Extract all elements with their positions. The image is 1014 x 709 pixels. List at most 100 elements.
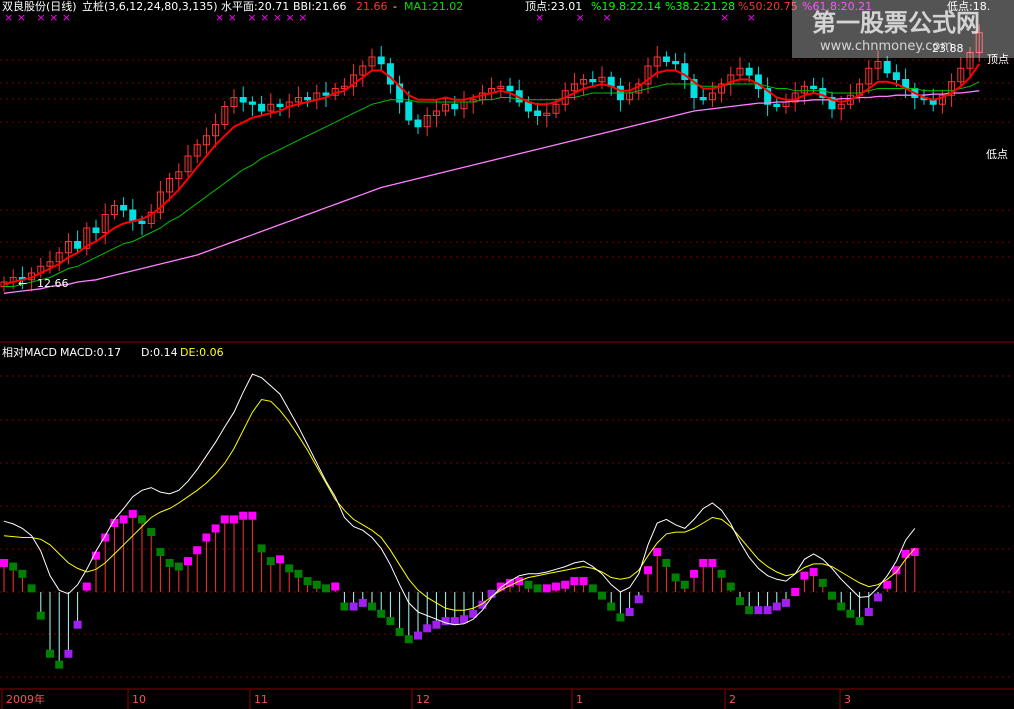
macd-signal-block xyxy=(46,649,54,658)
marker-cross: × × xyxy=(720,11,756,24)
macd-signal-block xyxy=(82,582,91,591)
macd-signal-block xyxy=(165,558,174,567)
watermark: 第一股票公式网 www.chnmoney.com xyxy=(792,0,1014,58)
macd-signal-block xyxy=(828,591,836,600)
macd-d-value: D:0.14 xyxy=(141,346,178,359)
macd-signal-block xyxy=(184,557,192,566)
macd-signal-block xyxy=(322,584,330,593)
macd-signal-block xyxy=(671,573,680,582)
candle-body xyxy=(248,101,256,105)
ma1-label: MA1:21.02 xyxy=(404,0,463,13)
macd-signal-block xyxy=(138,515,146,524)
low-arrow: ← xyxy=(18,277,27,290)
macd-signal-block xyxy=(883,580,892,589)
macd-signal-block xyxy=(570,577,579,586)
macd-signal-block xyxy=(772,602,781,611)
macd-signal-block xyxy=(524,580,533,589)
ma-green-line xyxy=(4,81,980,287)
macd-signal-block xyxy=(708,558,717,567)
macd-signal-block xyxy=(432,620,441,629)
candle-body xyxy=(883,61,891,74)
macd-signal-block xyxy=(837,602,846,611)
macd-signal-block xyxy=(55,660,64,669)
macd-signal-block xyxy=(64,649,73,658)
candle-body xyxy=(129,209,137,222)
candle-body xyxy=(377,56,385,65)
macd-signal-block xyxy=(414,631,422,640)
macd-signal-block xyxy=(588,584,597,593)
macd-signal-block xyxy=(726,582,735,591)
macd-signal-block xyxy=(533,584,542,593)
time-axis-label: 10 xyxy=(132,693,146,706)
time-axis-label: 12 xyxy=(416,693,430,706)
candle-body xyxy=(699,97,707,101)
macd-signal-block xyxy=(193,546,202,555)
macd-signal-block xyxy=(653,548,662,557)
macd-signal-block xyxy=(239,511,248,520)
macd-signal-block xyxy=(285,564,294,573)
macd-signal-block xyxy=(579,577,588,586)
macd-signal-block xyxy=(717,569,726,578)
macd-signal-block xyxy=(340,602,349,611)
macd-signal-block xyxy=(763,606,772,615)
candle-body xyxy=(451,103,459,110)
macd-signal-block xyxy=(625,607,634,616)
marker-cross: × × × × × xyxy=(4,11,71,24)
macd-signal-block xyxy=(423,624,432,633)
macd-signal-block xyxy=(782,598,790,607)
macd-signal-block xyxy=(331,582,340,591)
stock-chart: 双良股份(日线) 立桩(3,6,12,24,80,3,135) 水平面:20.7… xyxy=(0,0,1014,709)
macd-signal-block xyxy=(211,524,220,533)
candle-body xyxy=(304,97,312,101)
macd-signal-block xyxy=(312,580,321,589)
macd-signal-block xyxy=(358,598,367,607)
macd-dif-line xyxy=(3,373,916,626)
macd-signal-block xyxy=(36,611,45,620)
candle-body xyxy=(892,72,900,80)
time-axis-label: 2 xyxy=(729,693,736,706)
candle-body xyxy=(534,110,542,116)
candle-body xyxy=(239,97,247,103)
macd-value: MACD:0.17 xyxy=(60,346,121,359)
watermark-title: 第一股票公式网 xyxy=(812,9,980,37)
bottom-point-label: 低点 xyxy=(986,148,1008,161)
macd-signal-block xyxy=(349,602,358,611)
macd-signal-block xyxy=(855,617,864,626)
macd-signal-block xyxy=(874,593,882,602)
macd-signal-block xyxy=(542,584,551,593)
time-axis: 2009年 10 11 12 1 2 3 xyxy=(1,689,851,709)
candle-body xyxy=(773,103,781,107)
macd-signal-block xyxy=(754,606,763,615)
macd-signal-block xyxy=(266,557,275,566)
candle-body xyxy=(672,61,680,65)
macd-signal-block xyxy=(156,548,165,557)
marker-cross: × × × × × × × xyxy=(215,11,308,24)
macd-signal-block xyxy=(598,591,606,600)
time-axis-label: 2009年 xyxy=(6,692,45,706)
macd-signal-block xyxy=(634,595,643,604)
candle-body xyxy=(589,79,597,83)
macd-signal-block xyxy=(404,635,413,644)
macd-signal-block xyxy=(9,562,18,571)
macd-signal-block xyxy=(680,580,689,589)
macd-signal-block xyxy=(386,617,395,626)
low-price-label: 12.66 xyxy=(37,277,69,290)
macd-signal-block xyxy=(616,613,625,622)
macd-signal-block xyxy=(128,509,137,518)
macd-lines xyxy=(3,373,916,626)
candle-body xyxy=(745,67,753,76)
macd-signal-block xyxy=(303,577,312,586)
macd-signal-block xyxy=(0,558,8,567)
macd-signal-block xyxy=(745,606,754,615)
candle-body xyxy=(405,101,413,121)
macd-signal-block xyxy=(18,569,27,578)
indicator-label: 立桩(3,6,12,24,80,3,135) xyxy=(82,0,218,13)
macd-signal-block xyxy=(276,555,284,564)
candle-body xyxy=(92,227,100,233)
macd-de-value: DE:0.06 xyxy=(180,346,224,359)
macd-histogram xyxy=(0,509,919,669)
bbi-value: 21.66 xyxy=(356,0,388,13)
candle-body xyxy=(258,103,266,112)
macd-signal-block xyxy=(644,566,652,575)
macd-signal-block xyxy=(73,620,82,629)
